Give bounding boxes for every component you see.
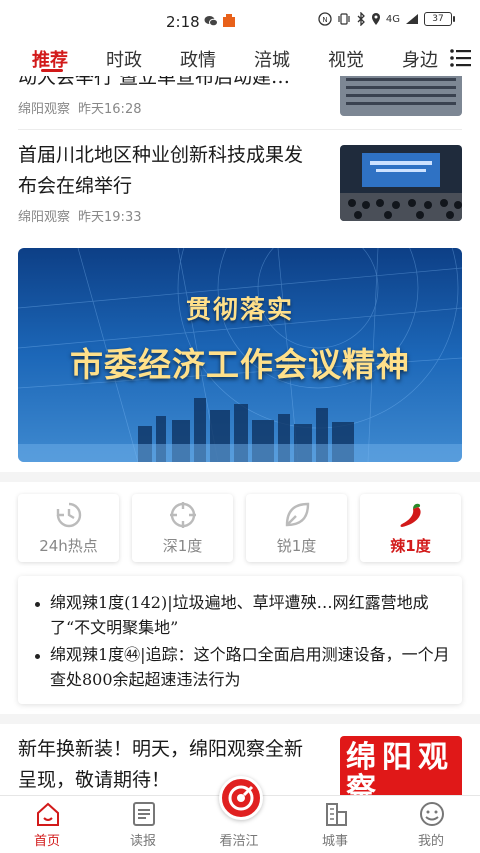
battery-icon: 37 [424, 12, 455, 26]
status-right: N 4G 37 [318, 12, 455, 26]
nav-read-paper[interactable]: 读报 [103, 796, 183, 853]
news-meta: 绵阳观察 昨天16:28 [18, 98, 141, 117]
list-item[interactable]: 绵观辣1度(142)|垃圾遍地、草坪遭殃…网红露营地成了“不文明聚集地” [32, 590, 450, 642]
leaf-icon [285, 502, 309, 527]
newspaper-icon [133, 802, 155, 826]
nav-label: 读报 [129, 834, 156, 849]
tab-nearby[interactable]: 身边 [402, 46, 438, 72]
home-icon [37, 802, 59, 826]
city-icon [326, 803, 347, 826]
banner-headline: 贯彻落实 [185, 295, 294, 324]
location-icon [371, 13, 380, 25]
tab-politics[interactable]: 时政 [106, 46, 142, 72]
notification-icons [204, 14, 236, 28]
card-depth[interactable]: 深1度 [132, 494, 233, 562]
section-separator [0, 472, 480, 482]
wechat-icon [204, 16, 218, 27]
vibrate-icon [338, 13, 350, 25]
news-thumbnail [340, 76, 462, 116]
network-label: 4G [385, 13, 400, 25]
status-time: 2:18 [166, 13, 200, 31]
app-notification-icon [223, 14, 235, 27]
depth-cards: 24h热点 深1度 锐1度 辣1度 [18, 494, 462, 562]
spicy-news-list: 绵观辣1度(142)|垃圾遍地、草坪遭殃…网红露营地成了“不文明聚集地” 绵观辣… [18, 576, 462, 704]
card-24h-hot[interactable]: 24h热点 [18, 494, 119, 562]
bullet [35, 602, 40, 607]
list-item[interactable]: 绵观辣1度㊹|追踪：这个路口全面启用测速设备，一个月查处800余起超速违法行为 [32, 642, 450, 694]
news-title: 新年换新装！明天，绵阳观察全新呈现，敬请期待！ [18, 738, 304, 791]
news-thumbnail [340, 145, 462, 221]
center-button [219, 776, 263, 820]
section-separator [0, 714, 480, 724]
card-spicy[interactable]: 辣1度 [360, 494, 461, 562]
battery-level: 37 [432, 14, 444, 24]
card-sharp[interactable]: 锐1度 [246, 494, 347, 562]
divider [18, 129, 462, 130]
nav-label: 看涪江 [219, 834, 259, 849]
nav-label: 我的 [417, 834, 444, 849]
status-bar: 2:18 N 4G 37 [0, 0, 480, 40]
bottom-navigation: 首页 读报 看涪江 城事 我的 [0, 776, 480, 853]
card-label: 辣1度 [390, 537, 431, 555]
card-label: 深1度 [162, 537, 203, 555]
crosshair-icon [169, 502, 196, 528]
nav-home[interactable]: 首页 [7, 796, 87, 853]
bluetooth-icon [357, 12, 365, 26]
chili-icon [400, 503, 421, 527]
conference-hall-image [340, 76, 462, 116]
news-title: 首届川北地区种业创新科技成果发布会在绵举行 [18, 144, 304, 197]
nav-label: 城事 [321, 834, 348, 849]
clock-icon [56, 502, 81, 528]
news-title: 动大会举行 暨立单宣布启动建… [18, 76, 291, 88]
news-item[interactable]: 动大会举行 暨立单宣布启动建… 绵阳观察 昨天16:28 [18, 76, 462, 128]
launch-event-image [340, 145, 462, 221]
news-feed: 动大会举行 暨立单宣布启动建… 绵阳观察 昨天16:28 首届川北地区种业创新科技… [0, 76, 480, 795]
news-source: 绵阳观察 [18, 210, 71, 225]
thumbnail-logo-text: 绵阳观察 [346, 740, 454, 796]
channel-menu-icon[interactable] [450, 48, 472, 68]
active-tab-indicator [41, 69, 63, 72]
tab-government[interactable]: 政情 [180, 46, 216, 72]
news-time: 昨天16:28 [78, 102, 142, 117]
bullet [35, 654, 40, 659]
nav-profile[interactable]: 我的 [391, 796, 471, 853]
list-item-title: 绵观辣1度(142)|垃圾遍地、草坪遭殃…网红露营地成了“不文明聚集地” [50, 593, 429, 637]
profile-icon [420, 802, 444, 826]
news-thumbnail: 绵阳观察 [340, 736, 462, 795]
news-meta: 绵阳观察 昨天19:33 [18, 206, 141, 225]
card-label: 锐1度 [276, 537, 317, 555]
watch-center-icon [228, 785, 254, 811]
banner-subheadline: 市委经济工作会议精神 [70, 345, 410, 384]
nav-city-affairs[interactable]: 城事 [295, 796, 375, 853]
news-source: 绵阳观察 [18, 102, 71, 117]
channel-tabs: 推荐 时政 政情 涪城 视觉 身边 [0, 40, 480, 76]
nfc-icon: N [318, 12, 332, 26]
promo-banner[interactable]: 贯彻落实 市委经济工作会议精神 [18, 248, 462, 462]
list-item-title: 绵观辣1度㊹|追踪：这个路口全面启用测速设备，一个月查处800余起超速违法行为 [50, 645, 450, 689]
tab-visual[interactable]: 视觉 [328, 46, 364, 72]
news-item[interactable]: 首届川北地区种业创新科技成果发布会在绵举行 绵阳观察 昨天19:33 [18, 140, 462, 236]
card-label: 24h热点 [39, 537, 98, 555]
signal-icon [406, 14, 418, 24]
news-time: 昨天19:33 [78, 210, 142, 225]
nav-label: 首页 [33, 834, 60, 849]
nav-watch-fujiang[interactable]: 看涪江 [199, 776, 279, 853]
svg-text:N: N [322, 16, 327, 24]
tab-fucheng[interactable]: 涪城 [254, 46, 290, 72]
